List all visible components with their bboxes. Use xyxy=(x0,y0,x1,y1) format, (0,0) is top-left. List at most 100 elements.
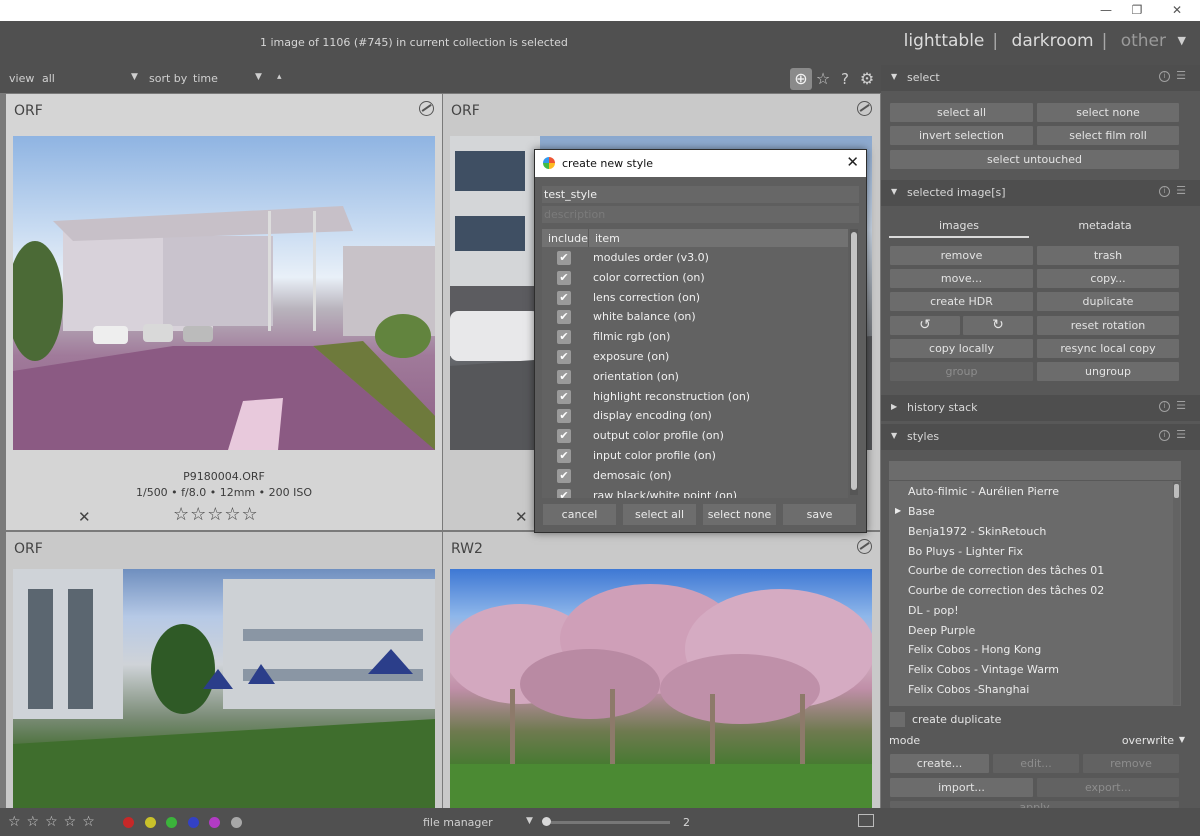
table-row[interactable]: ✔ filmic rgb (on) xyxy=(542,327,848,347)
copy-locally-button[interactable]: copy locally xyxy=(890,339,1033,358)
list-item[interactable]: Courbe de correction des tâches 02 xyxy=(908,584,1104,597)
thumbnail[interactable]: ORF P9180004.ORF 1/500 • f/8.0 • 12mm • … xyxy=(6,94,442,530)
table-row[interactable]: ✔ demosaic (on) xyxy=(542,466,848,486)
edit-style-button[interactable]: edit... xyxy=(993,754,1079,773)
include-checkbox[interactable]: ✔ xyxy=(557,350,571,364)
star-overlay-icon[interactable]: ☆ xyxy=(812,68,834,90)
list-item[interactable]: Base xyxy=(908,505,935,518)
info-icon[interactable]: i xyxy=(1159,186,1170,197)
menu-icon[interactable]: ☰ xyxy=(1176,399,1186,412)
rotate-ccw-button[interactable]: ↺ xyxy=(890,316,960,335)
view-darkroom[interactable]: darkroom xyxy=(1012,31,1094,51)
remove-button[interactable]: remove xyxy=(890,246,1033,265)
list-item[interactable]: Courbe de correction des tâches 01 xyxy=(908,564,1104,577)
table-row[interactable]: ✔ display encoding (on) xyxy=(542,406,848,426)
select-all-button[interactable]: select all xyxy=(890,103,1033,122)
list-item[interactable]: Felix Cobos - Vintage Warm xyxy=(908,663,1059,676)
scrollbar-thumb[interactable] xyxy=(1174,484,1179,498)
duplicate-button[interactable]: duplicate xyxy=(1037,292,1179,311)
include-checkbox[interactable]: ✔ xyxy=(557,310,571,325)
altered-icon[interactable] xyxy=(857,101,872,116)
ungroup-button[interactable]: ungroup xyxy=(1037,362,1179,381)
altered-icon[interactable] xyxy=(419,101,434,116)
tab-metadata[interactable]: metadata xyxy=(1035,219,1175,232)
styles-section-header[interactable]: ▼ styles i ☰ xyxy=(881,424,1200,450)
select-untouched-button[interactable]: select untouched xyxy=(890,150,1179,169)
style-description-input[interactable]: description xyxy=(542,206,859,223)
close-icon[interactable]: ✕ xyxy=(846,153,859,171)
color-label-blue[interactable] xyxy=(188,817,199,828)
views-dropdown-icon[interactable]: ▼ xyxy=(1178,34,1186,47)
include-checkbox[interactable]: ✔ xyxy=(557,449,571,463)
zoom-slider-knob[interactable] xyxy=(542,817,551,826)
dialog-scrollbar[interactable] xyxy=(850,229,858,495)
list-item[interactable]: Auto-filmic - Aurélien Pierre xyxy=(908,485,1059,498)
reject-icon[interactable]: ✕ xyxy=(78,508,91,526)
table-row[interactable]: ✔ exposure (on) xyxy=(542,347,848,367)
copy-button[interactable]: copy... xyxy=(1037,269,1179,288)
resync-local-copy-button[interactable]: resync local copy xyxy=(1037,339,1179,358)
view-filter-select[interactable]: all xyxy=(42,72,55,85)
list-item[interactable]: Felix Cobos - Hong Kong xyxy=(908,643,1041,656)
help-icon[interactable]: ? xyxy=(834,68,856,90)
create-duplicate-checkbox[interactable] xyxy=(890,712,905,727)
table-row[interactable]: ✔ orientation (on) xyxy=(542,367,848,387)
include-checkbox[interactable]: ✔ xyxy=(557,290,571,305)
include-checkbox[interactable]: ✔ xyxy=(557,389,571,404)
restore-button[interactable]: ❐ xyxy=(1120,0,1154,21)
styles-search-input[interactable] xyxy=(889,461,1181,480)
reject-icon[interactable]: ✕ xyxy=(515,508,528,526)
select-section-header[interactable]: ▼ select i ☰ xyxy=(881,65,1200,91)
cancel-button[interactable]: cancel xyxy=(543,504,616,525)
mode-select[interactable]: overwrite xyxy=(1122,734,1174,747)
include-checkbox[interactable]: ✔ xyxy=(557,468,571,483)
rating-filter-stars[interactable]: ☆☆☆☆☆ xyxy=(8,814,101,830)
style-name-input[interactable]: test_style xyxy=(542,186,859,203)
include-checkbox[interactable]: ✔ xyxy=(557,488,571,498)
color-label-clear[interactable] xyxy=(231,817,242,828)
table-row[interactable]: ✔ white balance (on) xyxy=(542,307,848,327)
apply-style-button[interactable]: apply xyxy=(890,801,1179,808)
selected-images-section-header[interactable]: ▼ selected image[s] i ☰ xyxy=(881,180,1200,206)
color-label-green[interactable] xyxy=(166,817,177,828)
color-label-purple[interactable] xyxy=(209,817,220,828)
table-row[interactable]: ✔ output color profile (on) xyxy=(542,426,848,446)
scrollbar-thumb[interactable] xyxy=(851,232,857,490)
include-checkbox[interactable]: ✔ xyxy=(557,270,571,285)
group-button[interactable]: group xyxy=(890,362,1033,381)
select-none-button[interactable]: select none xyxy=(703,504,776,525)
table-row[interactable]: ✔ raw black/white point (on) xyxy=(542,486,848,498)
close-window-button[interactable]: ✕ xyxy=(1160,0,1194,21)
trash-button[interactable]: trash xyxy=(1037,246,1179,265)
rotate-cw-button[interactable]: ↻ xyxy=(963,316,1033,335)
include-checkbox[interactable]: ✔ xyxy=(557,429,571,444)
history-stack-section-header[interactable]: ▶ history stack i ☰ xyxy=(881,395,1200,421)
select-none-button[interactable]: select none xyxy=(1037,103,1179,122)
sort-direction-toggle[interactable]: ▴ xyxy=(277,72,282,82)
include-checkbox[interactable]: ✔ xyxy=(557,251,571,265)
menu-icon[interactable]: ☰ xyxy=(1176,69,1186,82)
minimize-button[interactable]: — xyxy=(1089,0,1123,21)
select-film-roll-button[interactable]: select film roll xyxy=(1037,126,1179,145)
table-row[interactable]: ✔ modules order (v3.0) xyxy=(542,248,848,268)
list-item[interactable]: Felix Cobos -Shanghai xyxy=(908,683,1029,696)
menu-icon[interactable]: ☰ xyxy=(1176,184,1186,197)
invert-selection-button[interactable]: invert selection xyxy=(890,126,1033,145)
grouping-icon[interactable]: ⊕ xyxy=(790,68,812,90)
info-icon[interactable]: i xyxy=(1159,401,1170,412)
sortby-arrow-icon[interactable]: ▼ xyxy=(255,72,262,82)
expand-icon[interactable]: ▶ xyxy=(895,506,901,515)
reset-rotation-button[interactable]: reset rotation xyxy=(1037,316,1179,335)
info-icon[interactable]: i xyxy=(1159,71,1170,82)
tab-images[interactable]: images xyxy=(889,219,1029,232)
view-filter-arrow-icon[interactable]: ▼ xyxy=(131,72,138,82)
import-style-button[interactable]: import... xyxy=(890,778,1033,797)
view-lighttable[interactable]: lighttable xyxy=(904,31,985,51)
layout-select[interactable]: file manager xyxy=(423,816,493,829)
list-item[interactable]: Bo Pluys - Lighter Fix xyxy=(908,545,1023,558)
save-button[interactable]: save xyxy=(783,504,856,525)
table-row[interactable]: ✔ color correction (on) xyxy=(542,268,848,288)
thumbnail[interactable]: RW2 xyxy=(443,532,880,808)
remove-style-button[interactable]: remove xyxy=(1083,754,1179,773)
sortby-select[interactable]: time xyxy=(193,72,218,85)
